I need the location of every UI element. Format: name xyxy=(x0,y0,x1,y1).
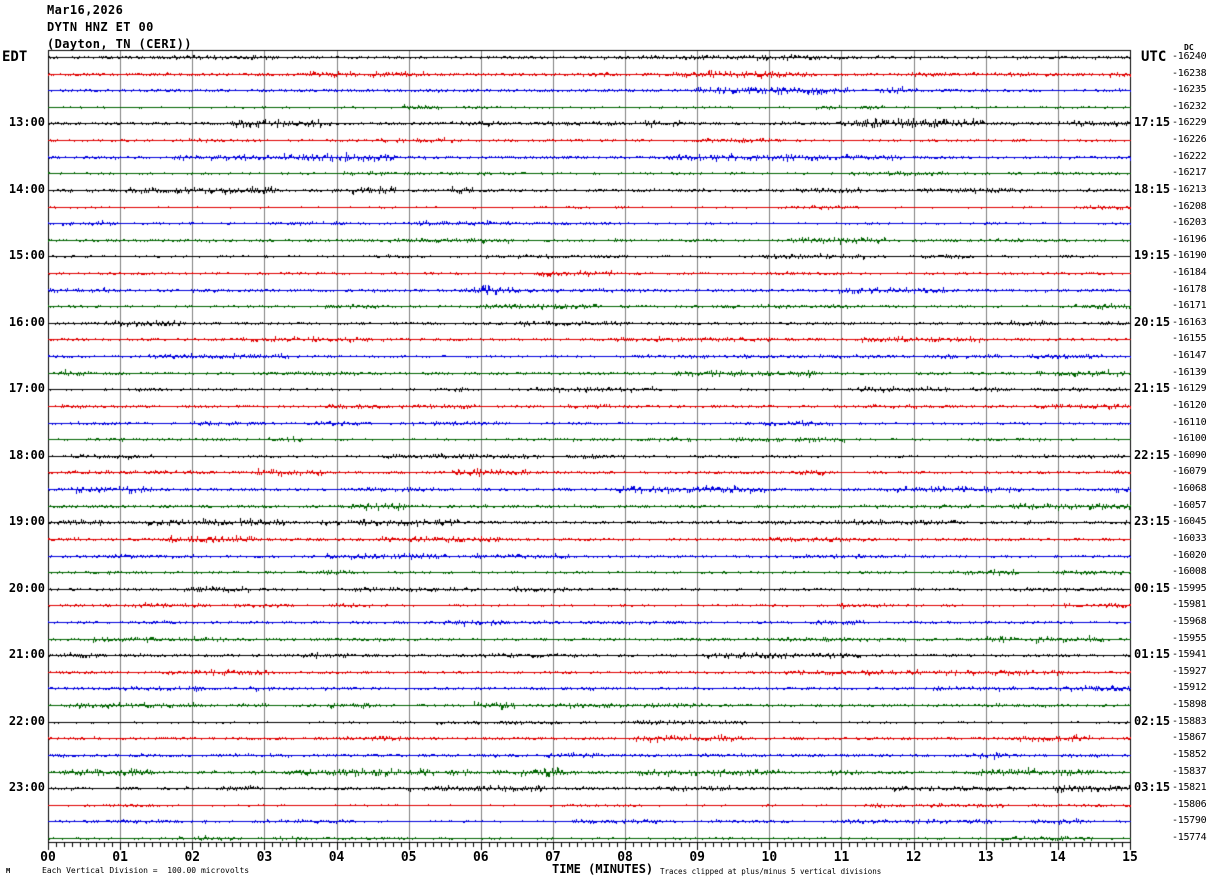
dc-value: -16139 xyxy=(1172,367,1207,378)
dc-value: -15927 xyxy=(1172,666,1207,677)
dc-value: -16222 xyxy=(1172,151,1207,162)
x-tick-label: 05 xyxy=(400,850,417,865)
x-axis-title: TIME (MINUTES) xyxy=(552,862,654,876)
dc-value: -16226 xyxy=(1172,134,1207,145)
left-time-label: 16:00 xyxy=(8,315,45,329)
dc-value: -16057 xyxy=(1172,500,1207,511)
x-tick-label: 04 xyxy=(328,850,345,865)
left-time-label: 13:00 xyxy=(8,115,45,129)
x-tick-label: 00 xyxy=(40,850,56,865)
x-tick-label: 10 xyxy=(761,850,778,865)
dc-value: -16155 xyxy=(1172,333,1207,344)
x-tick-label: 12 xyxy=(905,850,922,865)
dc-value: -16129 xyxy=(1172,383,1207,394)
dc-value: -15806 xyxy=(1172,799,1207,810)
dc-value: -16240 xyxy=(1172,51,1207,62)
dc-value: -16163 xyxy=(1172,317,1207,328)
left-time-label: 14:00 xyxy=(8,182,45,196)
x-tick-label: 11 xyxy=(833,850,850,865)
dc-value: -16190 xyxy=(1172,250,1207,261)
right-time-label: 03:15 xyxy=(1134,780,1171,794)
right-time-label: 23:15 xyxy=(1134,514,1171,528)
left-time-label: 19:00 xyxy=(8,514,45,528)
x-tick-label: 06 xyxy=(472,850,489,865)
header-station: DYTN HNZ ET 00 xyxy=(47,20,154,34)
dc-value: -15790 xyxy=(1172,815,1207,826)
dc-value: -16079 xyxy=(1172,466,1207,477)
division-note: Each Vertical Division = 100.00 microvol… xyxy=(42,866,250,875)
dc-value: -16229 xyxy=(1172,117,1207,128)
dc-value: -16068 xyxy=(1172,483,1207,494)
left-time-label: 22:00 xyxy=(8,714,45,728)
right-time-label: 01:15 xyxy=(1134,647,1171,661)
dc-value: -16208 xyxy=(1172,201,1207,212)
dc-value: -16110 xyxy=(1172,417,1207,428)
dc-value: -15968 xyxy=(1172,616,1207,627)
left-time-label: 21:00 xyxy=(8,647,45,661)
corner-mark: M xyxy=(6,867,11,875)
dc-value: -16033 xyxy=(1172,533,1207,544)
right-time-label: 00:15 xyxy=(1134,581,1171,595)
dc-value: -16217 xyxy=(1172,167,1207,178)
dc-value: -15867 xyxy=(1172,732,1207,743)
dc-value: -16147 xyxy=(1172,350,1207,361)
dc-value: -15995 xyxy=(1172,583,1207,594)
x-tick-label: 14 xyxy=(1050,850,1066,865)
right-time-label: 21:15 xyxy=(1134,381,1171,395)
helicorder-screen: { "header": { "date": "Mar16,2026", "sta… xyxy=(0,0,1210,886)
dc-value: -15883 xyxy=(1172,716,1207,727)
dc-value: -16235 xyxy=(1172,84,1207,95)
x-tick-label: 13 xyxy=(977,850,994,865)
right-time-label: 22:15 xyxy=(1134,448,1171,462)
seismogram-plot xyxy=(0,0,1210,886)
dc-value: -16213 xyxy=(1172,184,1207,195)
dc-value: -16171 xyxy=(1172,300,1207,311)
clip-note: Traces clipped at plus/minus 5 vertical … xyxy=(660,867,882,876)
right-time-label: 02:15 xyxy=(1134,714,1171,728)
left-time-label: 17:00 xyxy=(8,381,45,395)
dc-value: -15912 xyxy=(1172,682,1207,693)
dc-value: -15941 xyxy=(1172,649,1207,660)
dc-value: -16203 xyxy=(1172,217,1207,228)
left-time-label: 23:00 xyxy=(8,780,45,794)
dc-value: -16045 xyxy=(1172,516,1207,527)
dc-value: -16238 xyxy=(1172,68,1207,79)
dc-value: -15821 xyxy=(1172,782,1207,793)
dc-value: -16020 xyxy=(1172,550,1207,561)
dc-value: -15852 xyxy=(1172,749,1207,760)
right-time-label: 18:15 xyxy=(1134,182,1171,196)
header-location: (Dayton, TN (CERI)) xyxy=(47,37,192,51)
left-timezone-label: EDT xyxy=(2,49,28,65)
dc-value: -15981 xyxy=(1172,599,1207,610)
dc-value: -15898 xyxy=(1172,699,1207,710)
left-time-label: 18:00 xyxy=(8,448,45,462)
dc-value: -16090 xyxy=(1172,450,1207,461)
dc-value: -16008 xyxy=(1172,566,1207,577)
right-time-label: 20:15 xyxy=(1134,315,1171,329)
header-date: Mar16,2026 xyxy=(47,3,124,17)
dc-value: -16184 xyxy=(1172,267,1207,278)
x-tick-label: 02 xyxy=(184,850,201,865)
right-time-label: 19:15 xyxy=(1134,248,1171,262)
x-tick-label: 03 xyxy=(256,850,273,865)
right-timezone-label: UTC xyxy=(1141,49,1167,65)
x-tick-label: 01 xyxy=(112,850,128,865)
dc-value: -15774 xyxy=(1172,832,1207,843)
dc-value: -16178 xyxy=(1172,284,1207,295)
left-time-label: 15:00 xyxy=(8,248,45,262)
x-tick-label: 09 xyxy=(689,850,706,865)
dc-value: -16120 xyxy=(1172,400,1207,411)
left-time-label: 20:00 xyxy=(8,581,45,595)
dc-value: -16232 xyxy=(1172,101,1207,112)
dc-value: -15955 xyxy=(1172,633,1207,644)
right-time-label: 17:15 xyxy=(1134,115,1171,129)
dc-value: -16100 xyxy=(1172,433,1207,444)
dc-value: -16196 xyxy=(1172,234,1207,245)
x-tick-label: 15 xyxy=(1122,850,1138,865)
dc-value: -15837 xyxy=(1172,766,1207,777)
